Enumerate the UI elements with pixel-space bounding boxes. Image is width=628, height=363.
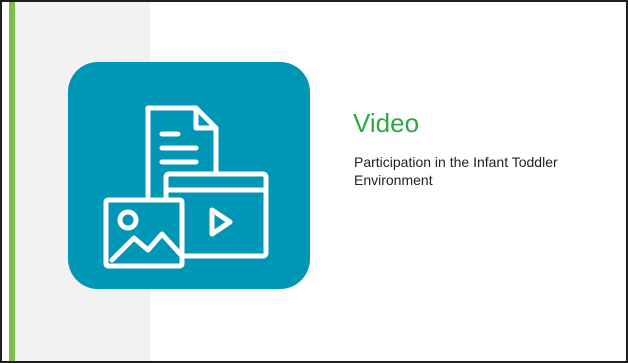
slide-title: Video: [353, 108, 420, 138]
slide-subtitle: Participation in the Infant Toddler Envi…: [354, 154, 558, 188]
slide: Video Participation in the Infant Toddle…: [0, 0, 628, 363]
document-image-video-icon: [103, 105, 269, 269]
media-icon-tile: [68, 62, 310, 289]
